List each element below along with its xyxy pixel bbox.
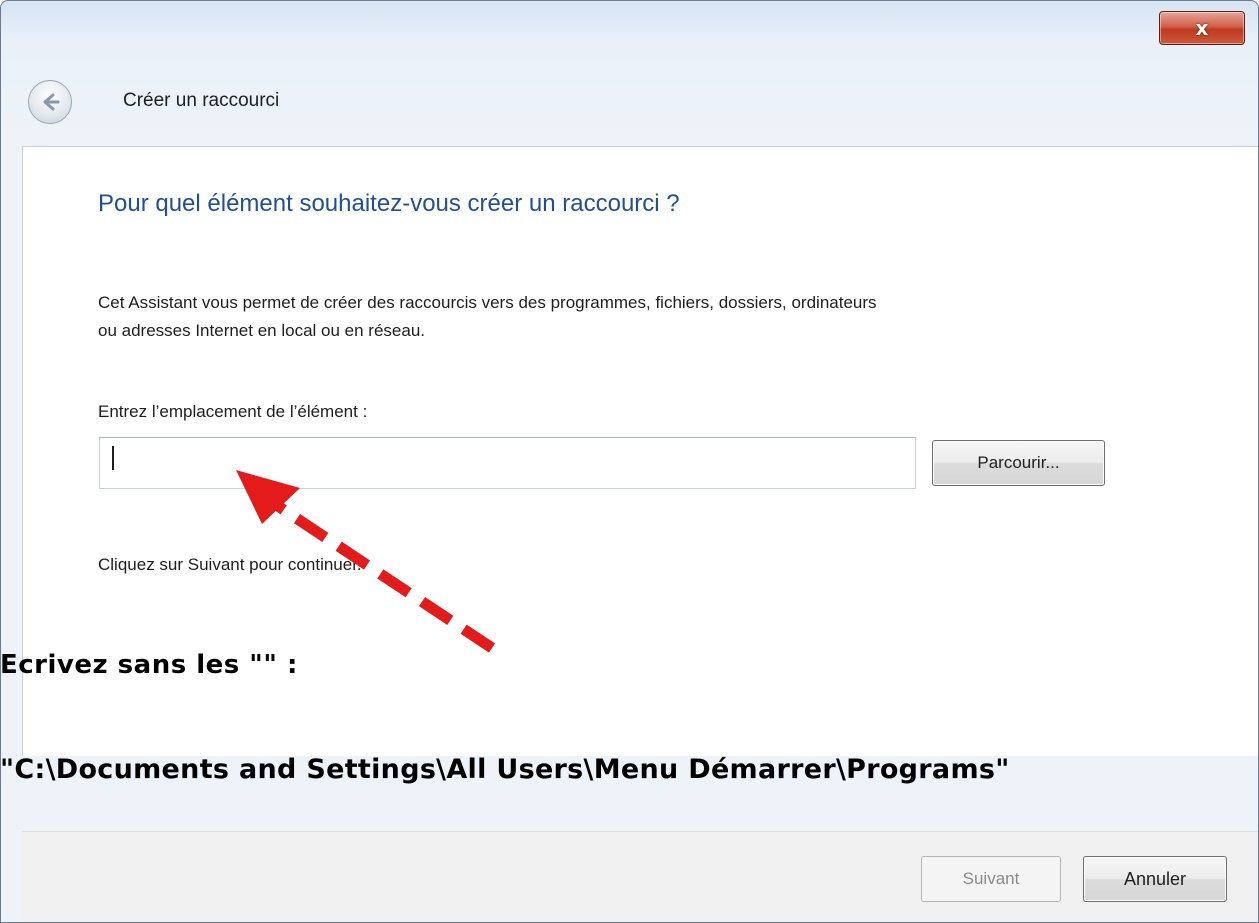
cancel-button[interactable]: Annuler: [1083, 856, 1227, 902]
location-input[interactable]: [99, 437, 916, 489]
wizard-header: Créer un raccourci: [2, 56, 1259, 146]
wizard-footer: Suivant Annuler: [22, 831, 1258, 922]
continue-instruction: Cliquez sur Suivant pour continuer.: [98, 555, 362, 574]
close-icon: x: [1195, 16, 1209, 40]
back-arrow-icon: [43, 93, 60, 111]
location-label: Entrez l’emplacement de l’élément :: [98, 402, 368, 421]
description-line-1: Cet Assistant vous permet de créer des r…: [98, 293, 877, 312]
wizard-description: Cet Assistant vous permet de créer des r…: [98, 289, 1198, 345]
close-button[interactable]: x: [1159, 11, 1245, 45]
text-caret: [112, 446, 114, 470]
description-line-2: ou adresses Internet en local ou en rése…: [98, 321, 425, 340]
back-button[interactable]: [28, 80, 72, 124]
annotation-instruction: Ecrivez sans les "" :: [0, 650, 298, 680]
page-title: Pour quel élément souhaitez-vous créer u…: [98, 190, 680, 217]
annotation-path: "C:\Documents and Settings\All Users\Men…: [0, 754, 1010, 785]
wizard-title: Créer un raccourci: [123, 90, 280, 111]
next-button[interactable]: Suivant: [921, 856, 1061, 902]
browse-button[interactable]: Parcourir...: [932, 440, 1105, 486]
